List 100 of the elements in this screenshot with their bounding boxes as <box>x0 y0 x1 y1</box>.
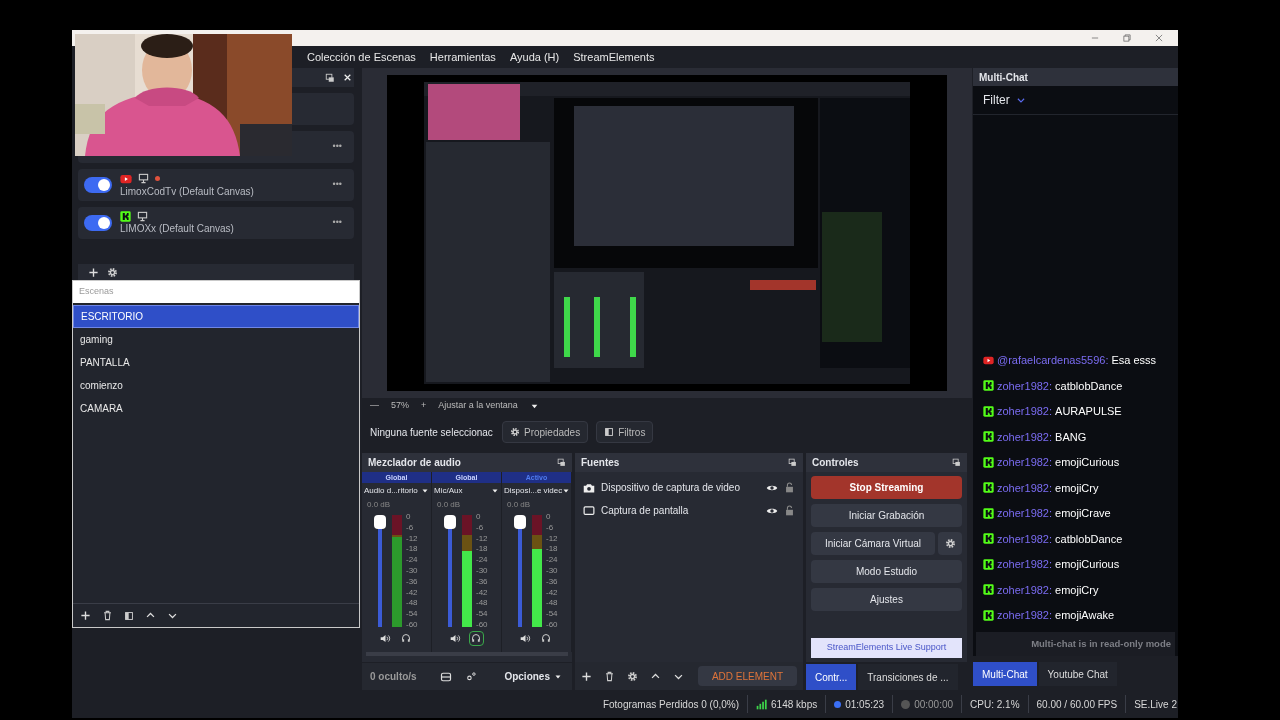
support-button[interactable]: StreamElements Live Support <box>811 638 962 658</box>
dock-tab[interactable]: Transiciones de ... <box>858 664 958 690</box>
scale-label: -54 <box>476 610 488 619</box>
caret-icon[interactable] <box>562 487 571 495</box>
popout-icon[interactable] <box>952 458 961 467</box>
more-button[interactable]: ••• <box>332 216 342 230</box>
scene-item[interactable]: PANTALLA <box>73 351 359 374</box>
control-button[interactable]: Iniciar Grabación <box>811 504 962 527</box>
zoom-out-button[interactable]: — <box>370 399 379 413</box>
chat-tab[interactable]: Youtube Chat <box>1038 662 1117 686</box>
chat-username: zoher1982: <box>997 506 1053 521</box>
toggle-switch[interactable] <box>84 177 112 193</box>
control-button[interactable]: Modo Estudio <box>811 560 962 583</box>
settings-icon[interactable] <box>627 670 638 682</box>
filter-icon <box>604 427 615 437</box>
scale-label: -48 <box>476 599 488 608</box>
trash-icon[interactable] <box>102 610 113 621</box>
channel-name: Disposi...e videc <box>504 485 563 497</box>
options-button[interactable]: Opciones <box>504 669 562 684</box>
caret-icon[interactable] <box>491 487 499 495</box>
more-button[interactable]: ••• <box>332 140 342 154</box>
fader-thumb[interactable] <box>374 515 386 529</box>
scene-item[interactable]: comienzo <box>73 374 359 397</box>
chat-message: emojiCry <box>1055 480 1099 496</box>
popout-icon[interactable] <box>788 458 797 467</box>
filter-icon[interactable] <box>124 610 134 621</box>
unlock-icon[interactable] <box>784 505 795 516</box>
speaker-icon[interactable] <box>519 632 531 644</box>
play-icon <box>120 172 132 185</box>
record-time: 00:00:00 <box>914 697 954 712</box>
settings-icon[interactable] <box>466 671 477 682</box>
filter-dropdown[interactable]: Filter <box>983 91 1010 109</box>
add-icon[interactable] <box>88 266 99 278</box>
scale-label: 0 <box>546 513 552 521</box>
caret-icon[interactable] <box>421 487 429 495</box>
hidden-count: 0 oculto/s <box>369 670 418 684</box>
plugin-status: SE.Live 2 <box>1134 697 1178 712</box>
monitor-button[interactable] <box>468 630 484 646</box>
zoom-level: 57% <box>391 399 409 413</box>
fit-dropdown[interactable]: Ajustar a la ventana <box>438 399 518 413</box>
source-status: Ninguna fuente seleccionac <box>370 425 494 440</box>
source-name[interactable]: Captura de pantalla <box>601 503 760 518</box>
chat-tab[interactable]: Multi-Chat <box>973 662 1037 686</box>
more-button[interactable]: ••• <box>332 178 342 192</box>
control-button[interactable]: Iniciar Cámara Virtual <box>811 532 935 555</box>
gear-icon <box>944 538 956 549</box>
scale-label: -12 <box>406 534 418 543</box>
menu-item[interactable]: Herramientas <box>429 48 496 66</box>
add-element-button[interactable]: ADD ELEMENT <box>697 666 797 686</box>
chat-message: emojiCurious <box>1055 557 1120 572</box>
panel-title: Controles <box>812 456 859 470</box>
menu-item[interactable]: StreamElements <box>573 48 655 66</box>
scene-item[interactable]: gaming <box>73 328 359 351</box>
toolbar-button[interactable]: Propiedades <box>502 421 589 443</box>
fps-counter: 60.00 / 60.00 FPS <box>1036 697 1118 712</box>
add-icon[interactable] <box>581 670 592 682</box>
source-name[interactable]: Dispositivo de captura de video <box>601 480 760 495</box>
scale-label: -24 <box>476 556 488 565</box>
trash-icon[interactable] <box>604 670 615 682</box>
stream-indicator <box>834 700 842 708</box>
account-name: LIMOXx (Default Canvas) <box>120 223 235 235</box>
chat-username: zoher1982: <box>997 608 1053 623</box>
popout-icon[interactable] <box>325 72 335 83</box>
chat-message: BANG <box>1055 429 1087 445</box>
chat-message: catblobDance <box>1055 378 1123 394</box>
scale-label: -24 <box>406 556 418 565</box>
add-icon[interactable] <box>80 610 91 621</box>
fader-thumb[interactable] <box>444 515 456 529</box>
chat-message: emojiCurious <box>1055 455 1120 470</box>
layout-icon[interactable] <box>440 670 452 683</box>
zoom-in-button[interactable]: + <box>421 399 427 413</box>
menu-item[interactable]: Colección de Escenas <box>307 48 416 66</box>
panel-title: Mezclador de audio <box>368 456 461 470</box>
panel-title: Multi-Chat <box>973 68 1178 86</box>
menu-item[interactable]: Ayuda (H) <box>509 48 560 66</box>
control-button[interactable]: Ajustes <box>811 588 962 611</box>
fader-thumb[interactable] <box>514 515 526 529</box>
speaker-icon[interactable] <box>449 632 461 644</box>
speaker-icon[interactable] <box>379 632 391 644</box>
record-indicator <box>901 699 911 709</box>
scale-label: -42 <box>476 588 488 597</box>
scale-label: -36 <box>406 577 418 586</box>
settings-button[interactable] <box>938 532 962 555</box>
chat-message: emojiCrave <box>1055 506 1111 521</box>
settings-icon[interactable] <box>107 266 118 278</box>
stop-streaming-button[interactable]: Stop Streaming <box>811 476 962 499</box>
toolbar-button[interactable]: Filtros <box>596 421 654 443</box>
monitor-icon <box>138 173 149 184</box>
chevron-icon[interactable] <box>1015 95 1026 105</box>
scene-item[interactable]: ESCRITORIO <box>73 305 359 328</box>
channel-name: Audio d...ritorio <box>364 485 418 497</box>
unlock-icon[interactable] <box>784 482 795 493</box>
restore-icon[interactable] <box>1122 33 1132 43</box>
toggle-switch[interactable] <box>84 215 112 231</box>
chat-username: zoher1982: <box>997 378 1053 394</box>
camera-icon <box>583 481 595 494</box>
popout-icon[interactable] <box>557 458 566 467</box>
dock-tab[interactable]: Contr... <box>806 664 857 690</box>
volume-reading: 0.0 dB <box>506 499 532 511</box>
scene-item[interactable]: CAMARA <box>73 397 359 420</box>
